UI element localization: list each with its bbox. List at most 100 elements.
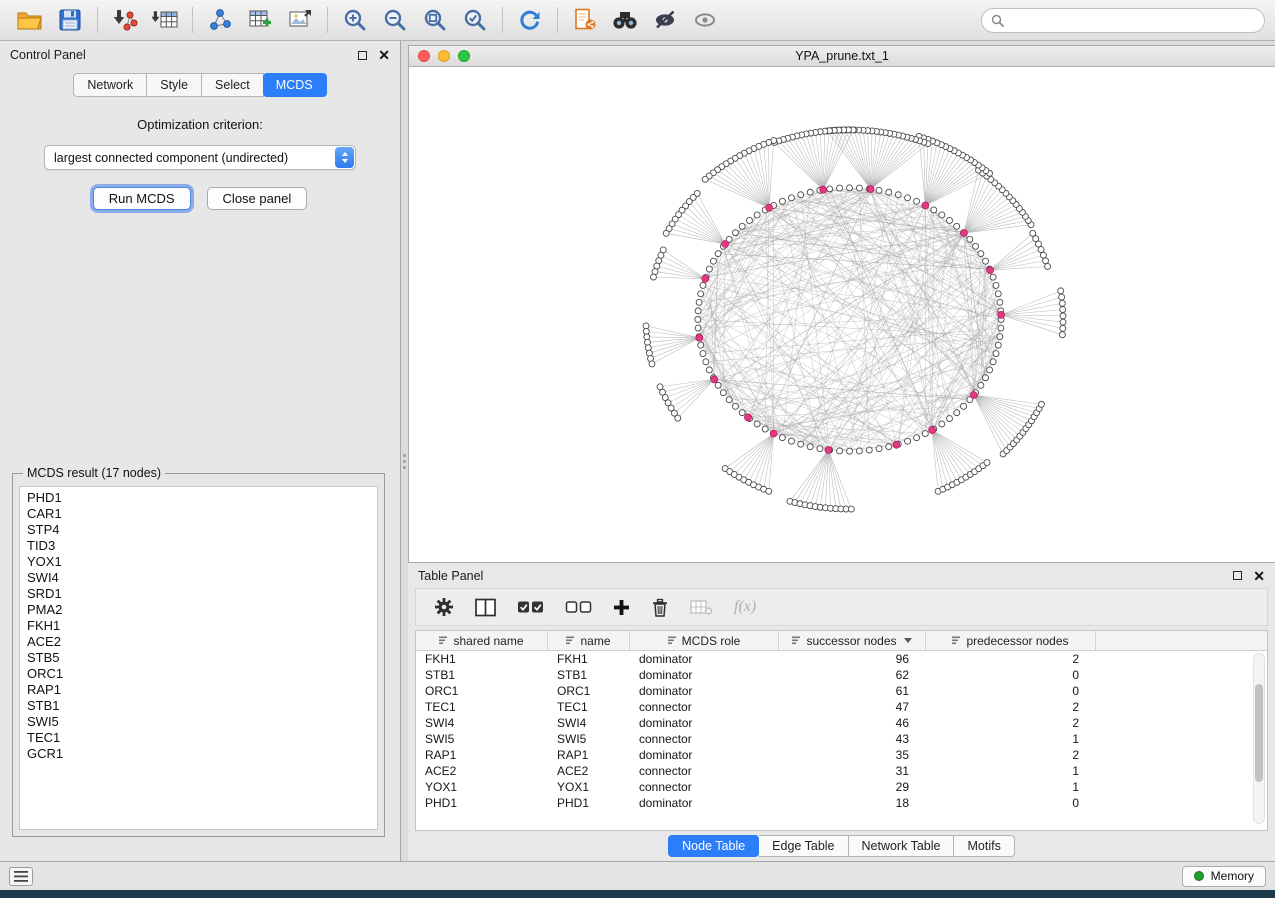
tab-network-table[interactable]: Network Table — [849, 835, 955, 857]
select-all-button[interactable] — [517, 599, 544, 615]
column-header-shared-name[interactable]: shared name — [416, 631, 548, 650]
dropdown-stepper-icon — [335, 147, 354, 168]
mcds-result-item[interactable]: TID3 — [27, 538, 377, 554]
traffic-light-minimize[interactable] — [438, 50, 450, 62]
refresh-view-button[interactable] — [510, 3, 550, 37]
new-table-button[interactable] — [240, 3, 280, 37]
column-header-successor-nodes[interactable]: successor nodes — [779, 631, 926, 650]
mcds-result-item[interactable]: SRD1 — [27, 586, 377, 602]
criterion-dropdown[interactable]: largest connected component (undirected) — [44, 145, 356, 170]
mcds-result-item[interactable]: FKH1 — [27, 618, 377, 634]
import-network-button[interactable] — [105, 3, 145, 37]
network-window-titlebar[interactable]: YPA_prune.txt_1 — [409, 46, 1275, 67]
tab-edge-table[interactable]: Edge Table — [759, 835, 848, 857]
mcds-result-item[interactable]: RAP1 — [27, 682, 377, 698]
table-row[interactable]: SWI4SWI4dominator462 — [416, 715, 1267, 731]
show-columns-button[interactable] — [475, 598, 496, 617]
traffic-light-close[interactable] — [418, 50, 430, 62]
mcds-result-item[interactable]: ORC1 — [27, 666, 377, 682]
network-canvas[interactable] — [409, 67, 1275, 562]
search-input[interactable] — [1010, 13, 1255, 27]
mcds-result-item[interactable]: STB1 — [27, 698, 377, 714]
mcds-result-item[interactable]: CAR1 — [27, 506, 377, 522]
mcds-result-item[interactable]: STP4 — [27, 522, 377, 538]
hide-selection-button[interactable] — [645, 3, 685, 37]
mcds-result-item[interactable]: STB5 — [27, 650, 377, 666]
add-column-button[interactable] — [613, 599, 630, 616]
table-settings-button[interactable] — [434, 597, 454, 617]
status-menu-button[interactable] — [9, 867, 33, 886]
mcds-result-item[interactable]: SWI4 — [27, 570, 377, 586]
float-panel-icon[interactable] — [358, 51, 367, 60]
optimization-criterion-label: Optimization criterion: — [137, 117, 263, 132]
trash-icon — [651, 598, 669, 617]
tab-node-table[interactable]: Node Table — [668, 835, 759, 857]
save-session-button[interactable] — [50, 3, 90, 37]
table-cell: connector — [630, 699, 779, 715]
new-network-button[interactable] — [200, 3, 240, 37]
table-row[interactable]: TEC1TEC1connector472 — [416, 699, 1267, 715]
open-file-button[interactable] — [10, 3, 50, 37]
table-row[interactable]: ORC1ORC1dominator610 — [416, 683, 1267, 699]
close-panel-icon[interactable]: ✕ — [378, 48, 390, 62]
zoom-fit-button[interactable] — [415, 3, 455, 37]
traffic-light-zoom[interactable] — [458, 50, 470, 62]
table-cell: 31 — [779, 763, 926, 779]
mcds-result-item[interactable]: PHD1 — [27, 490, 377, 506]
table-row[interactable]: SWI5SWI5connector431 — [416, 731, 1267, 747]
mcds-result-item[interactable]: ACE2 — [27, 634, 377, 650]
import-table-button[interactable] — [145, 3, 185, 37]
delete-table-button-disabled — [690, 599, 713, 616]
show-all-button[interactable] — [685, 3, 725, 37]
table-row[interactable]: FKH1FKH1dominator962 — [416, 651, 1267, 667]
network-graph[interactable] — [409, 67, 1275, 562]
tab-motifs[interactable]: Motifs — [954, 835, 1014, 857]
table-row[interactable]: RAP1RAP1dominator352 — [416, 747, 1267, 763]
plus-icon — [613, 599, 630, 616]
run-mcds-button[interactable]: Run MCDS — [93, 187, 191, 210]
deselect-all-button[interactable] — [565, 599, 592, 615]
zoom-in-button[interactable] — [335, 3, 375, 37]
tab-mcds[interactable]: MCDS — [263, 73, 327, 97]
panel-splitter-handle[interactable] — [402, 446, 407, 476]
zoom-selected-button[interactable] — [455, 3, 495, 37]
tab-style[interactable]: Style — [147, 73, 202, 97]
table-row[interactable]: PHD1PHD1dominator180 — [416, 795, 1267, 811]
mcds-result-item[interactable]: YOX1 — [27, 554, 377, 570]
table-row[interactable]: YOX1YOX1connector291 — [416, 779, 1267, 795]
mcds-result-item[interactable]: TEC1 — [27, 730, 377, 746]
export-image-button[interactable] — [280, 3, 320, 37]
column-header-predecessor-nodes[interactable]: predecessor nodes — [926, 631, 1096, 650]
search-box[interactable] — [981, 8, 1265, 33]
search-network-button[interactable] — [605, 3, 645, 37]
mcds-result-list[interactable]: PHD1CAR1STP4TID3YOX1SWI4SRD1PMA2FKH1ACE2… — [19, 486, 378, 830]
table-scrollbar[interactable] — [1253, 653, 1265, 824]
tab-network[interactable]: Network — [73, 73, 147, 97]
network-nodes-icon — [208, 8, 232, 32]
table-cell: 62 — [779, 667, 926, 683]
close-panel-button[interactable]: Close panel — [207, 187, 308, 210]
tab-select[interactable]: Select — [202, 73, 264, 97]
mcds-result-item[interactable]: GCR1 — [27, 746, 377, 762]
network-window-title: YPA_prune.txt_1 — [409, 49, 1275, 63]
table-cell: dominator — [630, 795, 779, 811]
mcds-result-item[interactable]: SWI5 — [27, 714, 377, 730]
sort-caret-icon[interactable] — [904, 638, 912, 643]
table-row[interactable]: ACE2ACE2connector311 — [416, 763, 1267, 779]
table-row[interactable]: STB1STB1dominator620 — [416, 667, 1267, 683]
zoom-selected-icon — [463, 8, 487, 32]
node-table-header-row: shared namenameMCDS rolesuccessor nodesp… — [416, 631, 1267, 651]
share-network-button[interactable] — [565, 3, 605, 37]
column-header-name[interactable]: name — [548, 631, 630, 650]
table-scrollbar-thumb[interactable] — [1255, 684, 1263, 782]
mcds-result-item[interactable]: PMA2 — [27, 602, 377, 618]
float-table-panel-icon[interactable] — [1233, 571, 1242, 580]
close-table-panel-icon[interactable]: ✕ — [1253, 569, 1265, 583]
table-panel: Table Panel ✕ — [408, 563, 1275, 861]
memory-button[interactable]: Memory — [1182, 866, 1266, 887]
delete-column-button[interactable] — [651, 598, 669, 617]
zoom-out-button[interactable] — [375, 3, 415, 37]
column-header-MCDS-role[interactable]: MCDS role — [630, 631, 779, 650]
table-cell: 47 — [779, 699, 926, 715]
gear-icon — [434, 597, 454, 617]
